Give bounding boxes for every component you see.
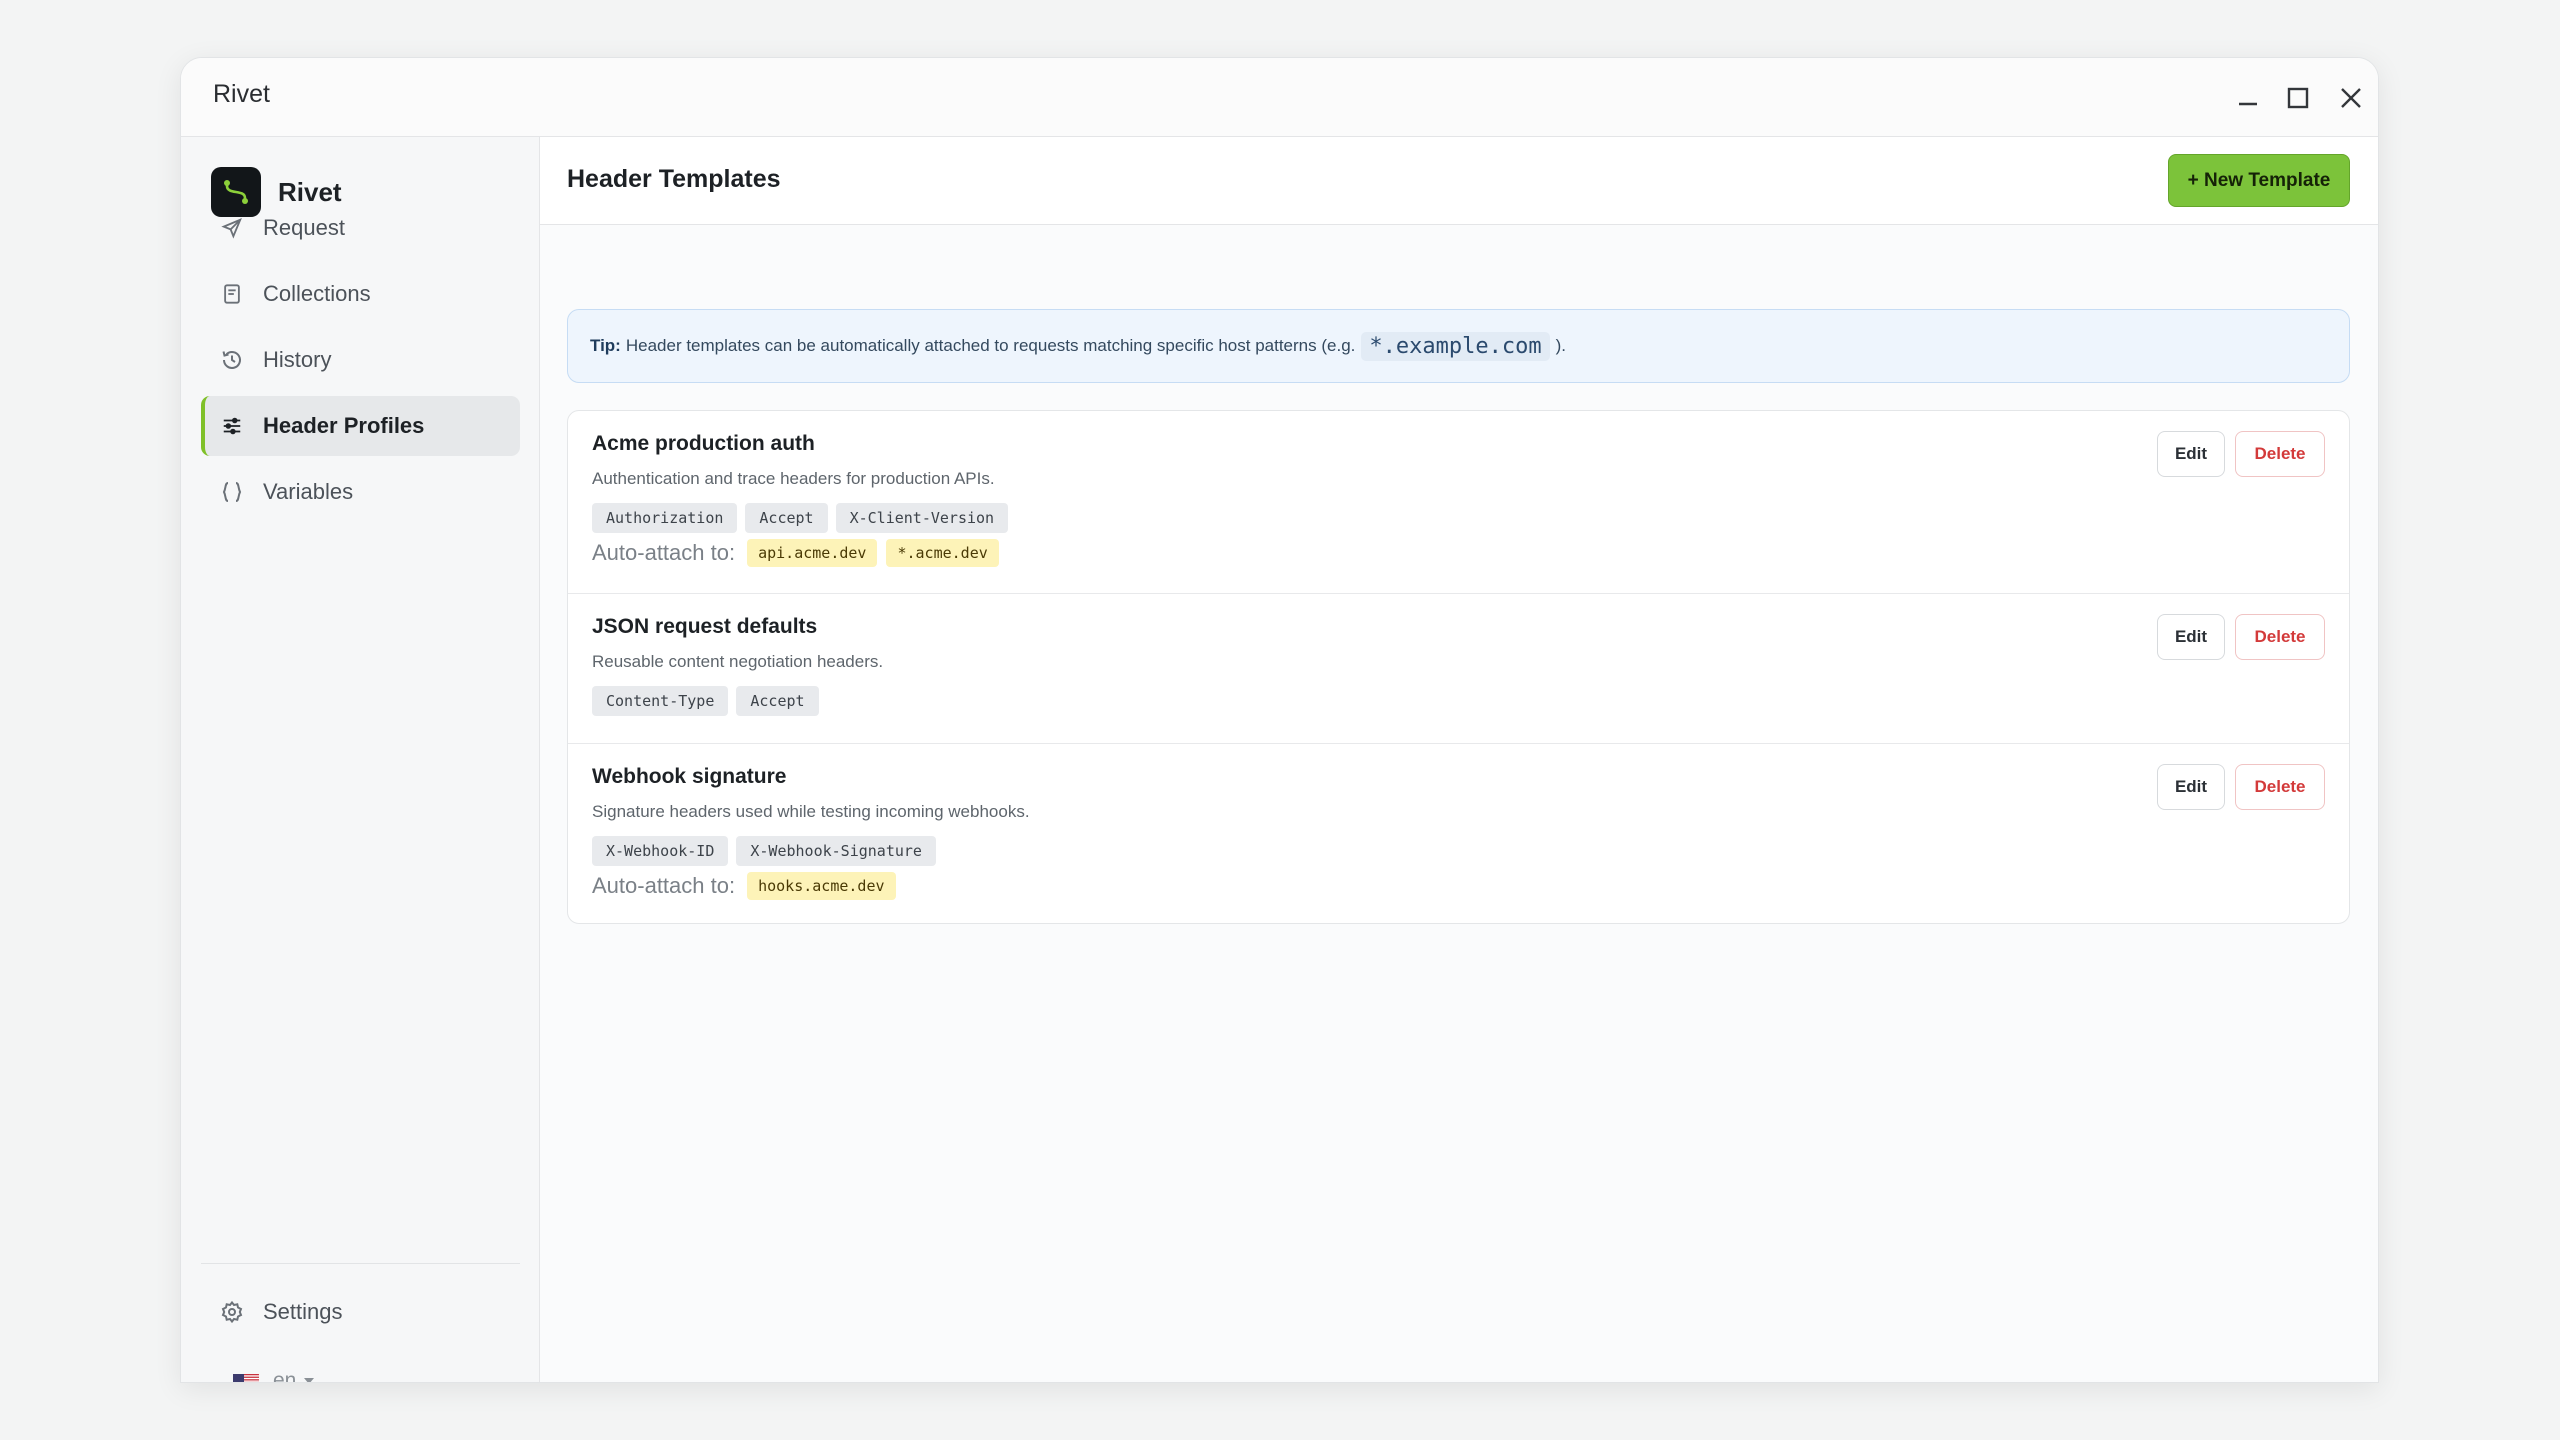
sidebar-divider <box>201 1263 520 1264</box>
template-name: Webhook signature <box>592 765 787 788</box>
header-chip: X-Webhook-ID <box>592 836 729 866</box>
template-description: Authentication and trace headers for pro… <box>592 469 995 488</box>
delete-button[interactable]: Delete <box>2235 764 2325 810</box>
sidebar-item-label: Request <box>263 215 345 240</box>
sidebar: Rivet Request Collections History Header <box>181 137 540 1382</box>
minimize-icon <box>2239 102 2257 106</box>
edit-button[interactable]: Edit <box>2157 431 2225 477</box>
tip-label: Tip: <box>590 336 621 355</box>
header-chip: Accept <box>736 686 819 716</box>
sidebar-item-label: Variables <box>263 479 354 504</box>
main-panel: Header Templates + New Template Tip: Hea… <box>540 137 2378 1382</box>
header-chips: Authorization Accept X-Client-Version <box>592 503 1016 533</box>
auto-attach-label: Auto-attach to: <box>592 873 736 898</box>
templates-list: Acme production auth Authentication and … <box>567 410 2350 924</box>
template-row: Acme production auth Authentication and … <box>568 411 2349 594</box>
sidebar-item-label: Collections <box>263 281 371 306</box>
sidebar-item-settings[interactable]: Settings <box>201 1282 520 1342</box>
sidebar-item-label: Settings <box>263 1299 343 1324</box>
sidebar-item-header-profiles[interactable]: Header Profiles <box>201 396 520 456</box>
header-chip: Accept <box>745 503 828 533</box>
window-title: Rivet <box>213 80 270 108</box>
language-code: en <box>273 1369 297 1383</box>
gear-icon <box>219 1299 245 1325</box>
header-chip: X-Client-Version <box>835 503 1009 533</box>
delete-button[interactable]: Delete <box>2235 614 2325 660</box>
host-pattern: *.acme.dev <box>886 539 999 567</box>
new-template-button[interactable]: + New Template <box>2168 154 2350 207</box>
delete-button[interactable]: Delete <box>2235 431 2325 477</box>
tip-banner: Tip: Header templates can be automatical… <box>567 309 2350 383</box>
header-chips: Content-Type Accept <box>592 686 827 716</box>
template-row: JSON request defaults Reusable content n… <box>568 594 2349 744</box>
app-window: Rivet Rivet Request Collections History … <box>180 57 2379 1383</box>
header-chip: X-Webhook-Signature <box>736 836 936 866</box>
close-icon <box>2341 88 2361 108</box>
template-description: Reusable content negotiation headers. <box>592 652 884 671</box>
history-icon <box>219 347 245 373</box>
host-pattern: api.acme.dev <box>747 539 878 567</box>
header-chips: X-Webhook-ID X-Webhook-Signature <box>592 836 944 866</box>
auto-attach-label: Auto-attach to: <box>592 540 736 565</box>
header-chip: Authorization <box>592 503 738 533</box>
template-description: Signature headers used while testing inc… <box>592 802 1030 821</box>
tip-example: *.example.com <box>1361 331 1550 361</box>
header-chip: Content-Type <box>592 686 729 716</box>
edit-button[interactable]: Edit <box>2157 614 2225 660</box>
tip-suffix: ). <box>1555 336 1566 355</box>
tip-text: Header templates can be automatically at… <box>625 336 1356 355</box>
collections-icon <box>219 281 245 307</box>
page-title: Header Templates <box>567 165 781 193</box>
language-selector[interactable]: en <box>233 1369 315 1383</box>
auto-attach: Auto-attach to: hooks.acme.dev <box>592 872 905 900</box>
send-icon <box>219 215 245 241</box>
template-row: Webhook signature Signature headers used… <box>568 744 2349 923</box>
sidebar-item-variables[interactable]: Variables <box>201 462 520 522</box>
us-flag-icon <box>233 1373 259 1382</box>
maximize-icon <box>2287 87 2309 109</box>
edit-button[interactable]: Edit <box>2157 764 2225 810</box>
title-bar: Rivet <box>181 58 2378 137</box>
maximize-button[interactable] <box>2271 72 2325 124</box>
braces-icon <box>219 479 245 505</box>
sliders-icon <box>219 413 245 439</box>
template-name: JSON request defaults <box>592 615 818 638</box>
sidebar-item-request[interactable]: Request <box>201 198 520 258</box>
sidebar-item-history[interactable]: History <box>201 330 520 390</box>
close-button[interactable] <box>2324 72 2378 124</box>
minimize-button[interactable] <box>2221 72 2275 124</box>
sidebar-item-label: History <box>263 347 332 372</box>
sidebar-item-collections[interactable]: Collections <box>201 264 520 324</box>
main-header: Header Templates + New Template <box>540 137 2378 225</box>
sidebar-item-label: Header Profiles <box>263 413 425 438</box>
auto-attach: Auto-attach to: api.acme.dev *.acme.dev <box>592 539 1008 567</box>
host-pattern: hooks.acme.dev <box>747 872 896 900</box>
chevron-down-icon <box>304 1378 315 1382</box>
template-name: Acme production auth <box>592 432 815 455</box>
